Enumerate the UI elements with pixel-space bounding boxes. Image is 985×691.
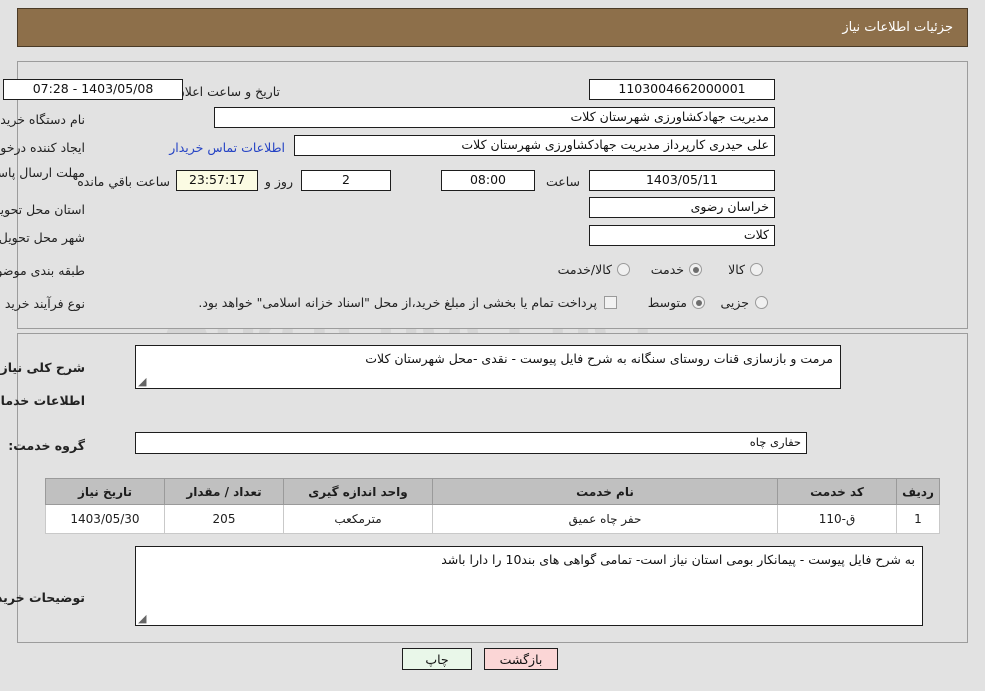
table-header-name: نام خدمت — [432, 478, 778, 505]
deadline-date-value: 1403/05/11 — [589, 170, 775, 191]
purchase-process-label: نوع فرآیند خرید : — [0, 296, 85, 311]
general-description-value: مرمت و بازسازی قنات روستای سنگانه به شرح… — [365, 351, 833, 366]
requester-label: ایجاد کننده درخواست: — [0, 140, 85, 155]
category-radio-kala[interactable] — [750, 263, 763, 276]
deadline-countdown-value: 23:57:17 — [176, 170, 258, 191]
deadline-label: مهلت ارسال پاسخ: تا تاریخ: — [0, 165, 85, 180]
deadline-hour-label: ساعت — [545, 174, 580, 189]
table-header-rowno: ردیف — [896, 478, 940, 505]
category-radio-kala-khedmat[interactable] — [617, 263, 630, 276]
buyer-org-label: نام دستگاه خریدار: — [0, 112, 85, 127]
table-row: 1 ق-110 حفر چاه عمیق مترمکعب 205 1403/05… — [45, 504, 940, 534]
requester-value: علی حیدری کارپرداز مدیریت جهادکشاورزی شه… — [294, 135, 775, 156]
purchase-process-radio-motevaset[interactable] — [692, 296, 705, 309]
category-option-khedmat-label: خدمت — [650, 262, 684, 277]
purchase-process-option-motevaset-label: متوسط — [647, 295, 687, 310]
buyer-notes-label: توضیحات خریدار: — [0, 590, 85, 605]
treasury-note-checkbox[interactable] — [604, 296, 617, 309]
buyer-notes-textarea[interactable]: به شرح فایل پیوست - پیمانکار بومی استان … — [135, 546, 923, 626]
services-section-heading: اطلاعات خدمات مورد نیاز — [0, 393, 85, 408]
cell-qty: 205 — [164, 504, 284, 534]
table-header-row: ردیف کد خدمت نام خدمت واحد اندازه گیری ت… — [45, 478, 940, 505]
delivery-province-label: استان محل تحویل: — [0, 202, 85, 217]
need-number-value: 1103004662000001 — [589, 79, 775, 100]
table-header-code: کد خدمت — [777, 478, 897, 505]
need-info-panel — [17, 61, 968, 329]
cell-name: حفر چاه عمیق — [432, 504, 778, 534]
cell-code: ق-110 — [777, 504, 897, 534]
buyer-notes-value: به شرح فایل پیوست - پیمانکار بومی استان … — [441, 552, 915, 567]
table-header-qty: تعداد / مقدار — [164, 478, 284, 505]
category-radio-khedmat[interactable] — [689, 263, 702, 276]
deadline-remaining-label: ساعت باقي مانده — [77, 174, 170, 189]
delivery-province-value: خراسان رضوی — [589, 197, 775, 218]
category-option-kala-label: کالا — [728, 262, 745, 277]
print-button[interactable]: چاپ — [402, 648, 472, 670]
services-table: ردیف کد خدمت نام خدمت واحد اندازه گیری ت… — [45, 478, 940, 534]
resize-grip-icon[interactable]: ◣ — [138, 375, 148, 388]
delivery-city-value: کلات — [589, 225, 775, 246]
deadline-days-value: 2 — [301, 170, 391, 191]
deadline-hour-value: 08:00 — [441, 170, 535, 191]
announce-datetime-value: 1403/05/08 - 07:28 — [3, 79, 183, 100]
purchase-process-radio-jozei[interactable] — [755, 296, 768, 309]
deadline-label-text: مهلت ارسال پاسخ: تا تاریخ: — [0, 165, 85, 180]
cell-date: 1403/05/30 — [45, 504, 165, 534]
delivery-city-label: شهر محل تحویل: — [0, 230, 85, 245]
back-button[interactable]: بازگشت — [484, 648, 558, 670]
page-title: جزئیات اطلاعات نیاز — [842, 20, 953, 35]
cell-rowno: 1 — [896, 504, 940, 534]
treasury-note-text: پرداخت تمام یا بخشی از مبلغ خرید،از محل … — [198, 295, 597, 310]
page-header: جزئیات اطلاعات نیاز — [17, 8, 968, 47]
table-header-date: تاریخ نیاز — [45, 478, 165, 505]
page-root: AnaTender.net جزئیات اطلاعات نیاز شماره … — [0, 0, 985, 691]
general-description-label: شرح کلی نیاز: — [0, 360, 85, 375]
cell-unit: مترمکعب — [283, 504, 433, 534]
general-description-textarea[interactable]: مرمت و بازسازی قنات روستای سنگانه به شرح… — [135, 345, 841, 389]
table-header-unit: واحد اندازه گیری — [283, 478, 433, 505]
category-label: طبقه بندی موضوعی: — [0, 263, 85, 278]
buyer-org-value: مدیریت جهادکشاورزی شهرستان کلات — [214, 107, 775, 128]
category-option-kala-khedmat-label: کالا/خدمت — [557, 262, 612, 277]
buyer-contact-link[interactable]: اطلاعات تماس خریدار — [169, 140, 285, 155]
service-group-value: حفاری چاه — [135, 432, 807, 454]
service-group-label: گروه خدمت: — [8, 438, 85, 453]
purchase-process-option-jozei-label: جزیی — [720, 295, 749, 310]
resize-grip-icon-2[interactable]: ◣ — [138, 612, 148, 625]
deadline-days-separator: روز و — [264, 174, 293, 189]
